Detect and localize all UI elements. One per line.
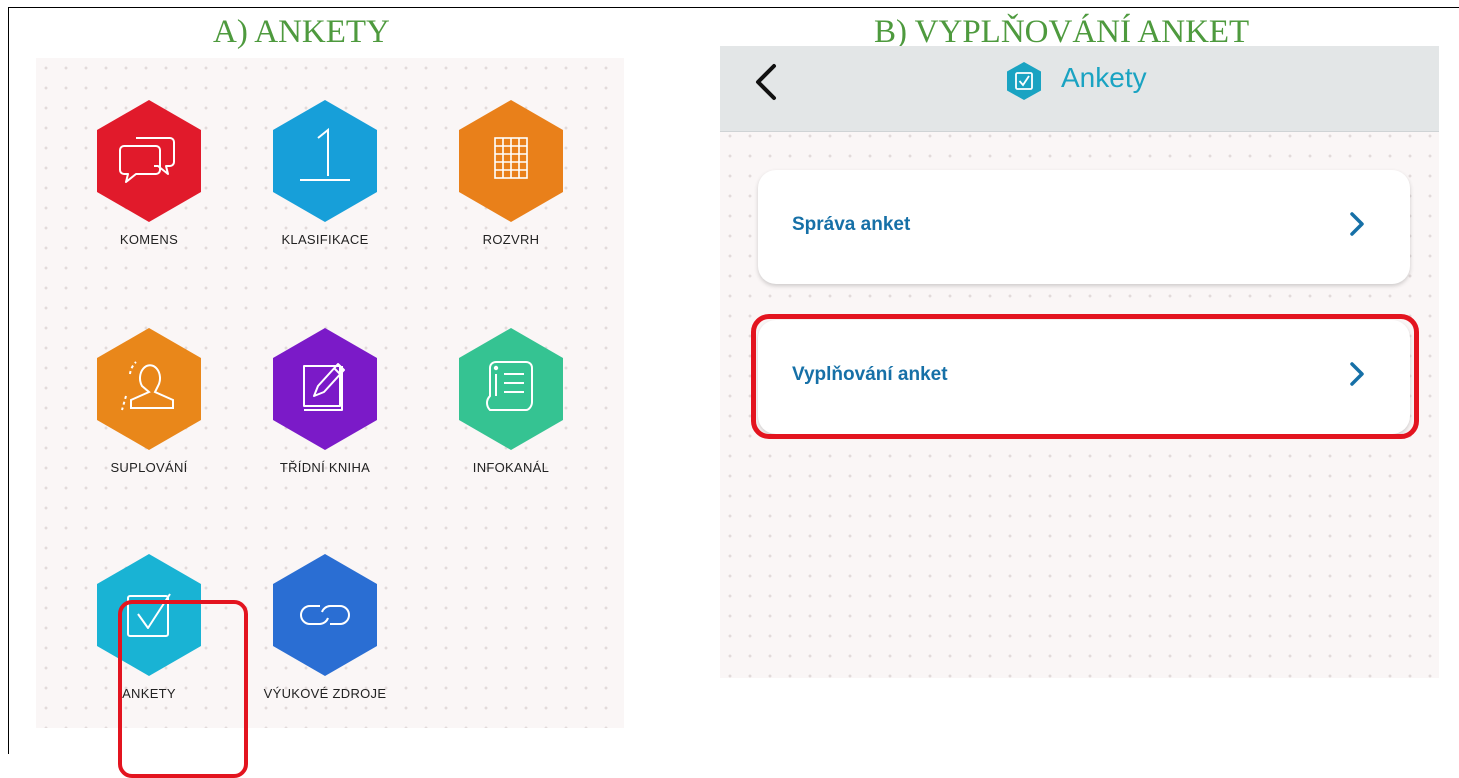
number-one-icon	[273, 100, 377, 222]
pencil-book-icon	[273, 328, 377, 450]
menu-item-label: Správa anket	[792, 214, 911, 235]
tile-label: KLASIFIKACE	[281, 232, 369, 247]
info-list-icon	[459, 328, 563, 450]
app-bar: Ankety	[720, 46, 1439, 132]
tile-label: SUPLOVÁNÍ	[110, 460, 188, 475]
chat-bubbles-icon	[97, 100, 201, 222]
tile-komens[interactable]: KOMENS	[79, 98, 219, 247]
timetable-grid-icon	[459, 100, 563, 222]
tile-suplovani[interactable]: SUPLOVÁNÍ	[79, 326, 219, 475]
link-icon	[273, 554, 377, 676]
menu-item-sprava-anket[interactable]: Správa anket	[758, 170, 1410, 284]
person-substitute-icon	[97, 328, 201, 450]
highlight-box-vyplnovani	[751, 314, 1419, 439]
tile-label: ROZVRH	[482, 232, 540, 247]
caption-b: B) VYPLŇOVÁNÍ ANKET	[874, 14, 1250, 50]
tile-label: INFOKANÁL	[472, 460, 550, 475]
tile-label: KOMENS	[119, 232, 179, 247]
screen-title: Ankety	[1061, 62, 1147, 93]
back-arrow-icon[interactable]	[748, 58, 788, 106]
caption-a: A) ANKETY	[213, 14, 390, 50]
tile-klasifikace[interactable]: KLASIFIKACE	[255, 98, 395, 247]
ankety-app-icon	[1007, 62, 1041, 100]
chevron-right-icon	[1350, 212, 1364, 236]
ankety-screen: Ankety Správa anket Vyplňování anket	[720, 46, 1439, 678]
highlight-box-ankety	[118, 600, 248, 778]
tile-tridni-kniha[interactable]: TŘÍDNÍ KNIHA	[255, 326, 395, 475]
module-grid-panel: KOMENS KLASIFIKACE ROZVRH SUPLOVÁNÍ TŘÍD…	[36, 58, 624, 778]
tile-label: VÝUKOVÉ ZDROJE	[263, 686, 387, 701]
tile-vyukove-zdroje[interactable]: VÝUKOVÉ ZDROJE	[255, 552, 395, 701]
tile-label: TŘÍDNÍ KNIHA	[279, 460, 371, 475]
tile-infokanal[interactable]: INFOKANÁL	[441, 326, 581, 475]
tile-rozvrh[interactable]: ROZVRH	[441, 98, 581, 247]
